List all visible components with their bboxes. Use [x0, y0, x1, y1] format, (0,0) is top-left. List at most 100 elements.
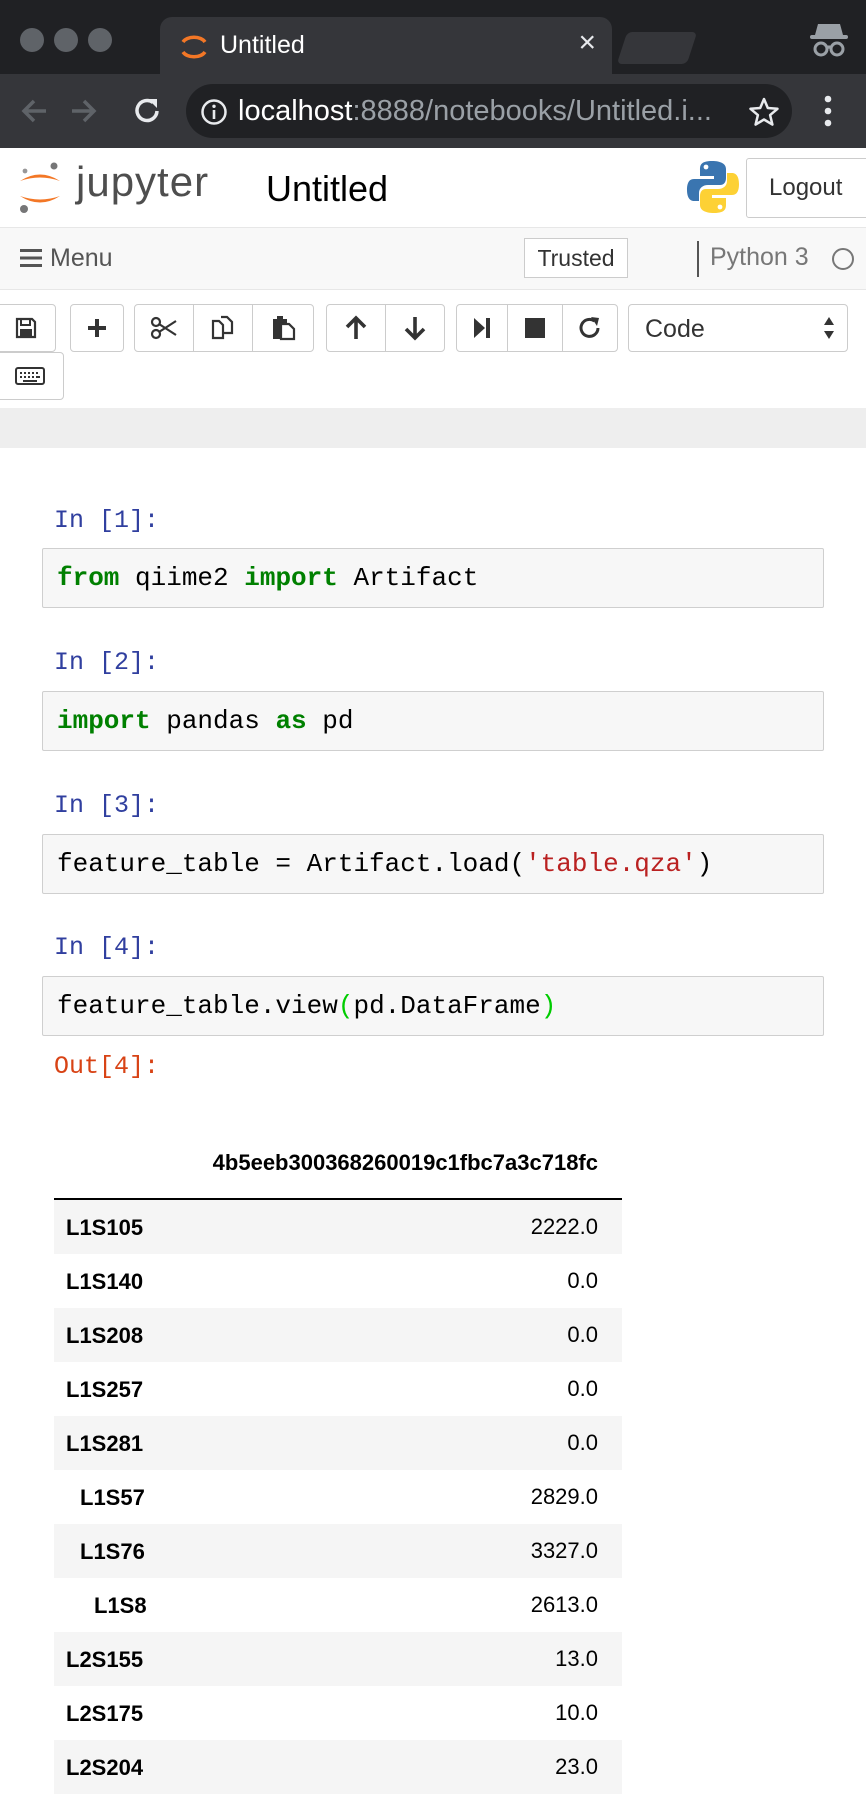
table-row: L2S155 13.0: [54, 1632, 622, 1686]
arrow-up-icon: [345, 315, 367, 339]
interrupt-button[interactable]: [507, 304, 563, 352]
logout-button[interactable]: Logout: [746, 158, 866, 218]
restart-button[interactable]: [562, 304, 618, 352]
notebook-name[interactable]: Untitled: [266, 168, 388, 210]
forward-arrow-icon[interactable]: [64, 92, 102, 130]
code-token: ): [540, 991, 557, 1021]
bookmark-star-icon[interactable]: [748, 96, 780, 128]
plus-icon: [88, 319, 106, 337]
browser-tab[interactable]: Untitled ×: [160, 17, 612, 75]
restart-icon: [579, 317, 600, 338]
window-close-dot[interactable]: [20, 28, 44, 52]
table-row: L1S105 2222.0: [54, 1200, 622, 1254]
output-prompt: Out[4]:: [54, 1052, 160, 1081]
select-arrows-icon: [824, 317, 834, 339]
code-token: 'table.qza': [525, 849, 697, 879]
jupyter-wordmark[interactable]: jupyter: [76, 158, 209, 206]
cell-value: 0.0: [567, 1268, 598, 1293]
new-tab-button[interactable]: [616, 32, 698, 64]
input-prompt: In [2]:: [54, 648, 160, 677]
jupyter-favicon-icon: [181, 35, 207, 59]
table-row: L1S8 2613.0: [54, 1578, 622, 1632]
move-up-button[interactable]: [326, 304, 386, 352]
code-token: pd: [306, 706, 354, 736]
code-cell-4[interactable]: feature_table.view(pd.DataFrame): [42, 976, 824, 1036]
table-row: L2S175 10.0: [54, 1686, 622, 1740]
table-row: L1S57 2829.0: [54, 1470, 622, 1524]
copy-button[interactable]: [193, 304, 253, 352]
code-token: from: [57, 563, 120, 593]
table-row: L1S281 0.0: [54, 1416, 622, 1470]
more-menu-icon[interactable]: [818, 92, 838, 130]
code-cell-3[interactable]: feature_table = Artifact.load('table.qza…: [42, 834, 824, 894]
hamburger-icon: [20, 249, 42, 267]
trusted-badge[interactable]: Trusted: [524, 238, 628, 278]
code-cell-1[interactable]: from qiime2 import Artifact: [42, 548, 824, 608]
save-button[interactable]: [0, 304, 56, 352]
row-index: L2S175: [66, 1701, 144, 1726]
code-token: feature_table.view: [57, 991, 338, 1021]
site-background: [0, 408, 866, 448]
menu-bar: Menu Trusted Python 3: [0, 228, 866, 290]
code-token: pd.DataFrame: [353, 991, 541, 1021]
move-down-button[interactable]: [385, 304, 445, 352]
reload-icon[interactable]: [128, 92, 166, 130]
tab-close-icon[interactable]: ×: [578, 26, 596, 60]
row-index: L2S204: [66, 1755, 144, 1780]
code-token: import: [57, 706, 151, 736]
table-row: L1S208 0.0: [54, 1308, 622, 1362]
menu-button[interactable]: Menu: [20, 244, 113, 273]
python-logo-icon: [687, 161, 739, 213]
table-header: 4b5eeb300368260019c1fbc7a3c718fc: [54, 1128, 622, 1200]
cell-value: 3327.0: [530, 1538, 598, 1563]
cell-value: 2613.0: [530, 1592, 598, 1617]
code-token: pandas: [150, 706, 276, 736]
cell-value: 13.0: [555, 1646, 598, 1671]
table-row: L1S140 0.0: [54, 1254, 622, 1308]
table-row: L2S204 23.0: [54, 1740, 622, 1794]
url-text: localhost:8888/notebooks/Untitled.i...: [238, 95, 712, 127]
kernel-idle-indicator-icon: [832, 248, 854, 270]
row-index: L1S140: [66, 1269, 144, 1294]
cell-value: 2222.0: [530, 1214, 598, 1239]
code-token: qiime2: [119, 563, 245, 593]
info-icon[interactable]: [200, 98, 228, 126]
step-forward-icon: [474, 318, 490, 338]
back-arrow-icon[interactable]: [16, 92, 54, 130]
cell-type-value: Code: [645, 315, 705, 343]
cell-type-select[interactable]: Code: [628, 304, 848, 352]
jupyter-logo-icon[interactable]: [16, 160, 64, 216]
dataframe-table: 4b5eeb300368260019c1fbc7a3c718fc L1S105 2…: [54, 1128, 622, 1794]
code-token: (: [337, 991, 354, 1021]
code-cell-2[interactable]: import pandas as pd: [42, 691, 824, 751]
paste-button[interactable]: [252, 304, 314, 352]
browser-tab-bar: Untitled ×: [0, 0, 866, 75]
row-index: L1S8: [94, 1593, 147, 1618]
keyboard-icon: [15, 367, 45, 385]
row-index: L2S155: [66, 1647, 144, 1672]
table-row: L1S76 3327.0: [54, 1524, 622, 1578]
cut-button[interactable]: [134, 304, 194, 352]
code-token: Artifact: [337, 563, 479, 593]
window-minimize-dot[interactable]: [54, 28, 78, 52]
scissors-icon: [150, 316, 177, 340]
notebook-container: In [1]: from qiime2 import Artifact In […: [0, 448, 866, 1796]
save-icon: [15, 317, 37, 339]
column-header: 4b5eeb300368260019c1fbc7a3c718fc: [212, 1150, 598, 1175]
row-index: L1S57: [80, 1485, 145, 1510]
kernel-divider: [697, 241, 699, 277]
kernel-name[interactable]: Python 3: [710, 243, 809, 272]
cell-value: 23.0: [555, 1754, 598, 1779]
code-token: ): [696, 849, 713, 879]
stop-icon: [525, 318, 545, 338]
url-field[interactable]: localhost:8888/notebooks/Untitled.i...: [186, 84, 792, 138]
row-index: L1S281: [66, 1431, 144, 1456]
row-index: L1S76: [80, 1539, 145, 1564]
cell-value: 0.0: [567, 1322, 598, 1347]
input-prompt: In [4]:: [54, 933, 160, 962]
insert-cell-button[interactable]: [70, 304, 124, 352]
run-button[interactable]: [456, 304, 508, 352]
row-index: L1S208: [66, 1323, 144, 1348]
command-palette-button[interactable]: [0, 352, 64, 400]
window-zoom-dot[interactable]: [88, 28, 112, 52]
